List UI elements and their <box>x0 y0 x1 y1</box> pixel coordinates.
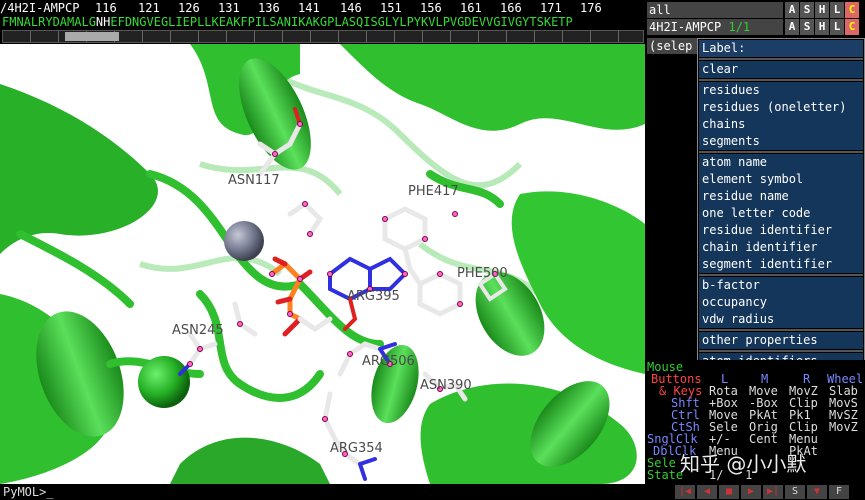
menu-item-vdw-radius[interactable]: vdw radius <box>699 311 863 328</box>
step-back-button[interactable]: ◀ <box>697 485 717 499</box>
sequence-viewer[interactable]: /4H2I-AMPCP 116 121 126 131 136 141 146 … <box>0 0 645 44</box>
residue-label: ASN117 <box>228 173 280 188</box>
molecule-render[interactable]: ASN117 PHE417 PHE500 ARG395 ASN245 ARG50… <box>0 44 645 484</box>
scrollbar-thumb[interactable] <box>65 32 119 41</box>
menu-item-b-factor[interactable]: b-factor <box>699 277 863 294</box>
menu-item-one-letter-code[interactable]: one letter code <box>699 205 863 222</box>
mouse-binding[interactable]: Cent <box>749 432 778 446</box>
action-button[interactable]: A <box>784 19 799 35</box>
object-name[interactable]: all <box>647 2 783 18</box>
seq-number: 126 <box>178 1 200 15</box>
seq-number: 141 <box>298 1 320 15</box>
mouse-binding[interactable]: MovZ <box>829 420 858 434</box>
scene-menu-button[interactable]: ▼ <box>807 485 827 499</box>
menu-item-residue-identifier[interactable]: residue identifier <box>699 222 863 239</box>
seq-number: 171 <box>540 1 562 15</box>
sequence-letters[interactable]: FMNALRYDAMALGNHEFDNGVEGLIEPLLKEAKFPILSAN… <box>2 15 573 29</box>
menu-separator <box>699 151 863 153</box>
seq-number: 166 <box>500 1 522 15</box>
menu-item-residue-name[interactable]: residue name <box>699 188 863 205</box>
label-button[interactable]: L <box>829 2 844 18</box>
residue-label: PHE500 <box>457 266 508 281</box>
menu-separator <box>699 274 863 276</box>
step-forward-button[interactable]: ▶| <box>763 485 783 499</box>
menu-item-clear[interactable]: clear <box>699 61 863 78</box>
sequence-selected-residues[interactable]: NH <box>96 15 110 29</box>
show-button[interactable]: S <box>799 2 814 18</box>
menu-separator <box>699 350 863 352</box>
hide-button[interactable]: H <box>814 2 829 18</box>
menu-separator <box>699 58 863 60</box>
seq-number: 176 <box>580 1 602 15</box>
sequence-numbers: /4H2I-AMPCP 116 121 126 131 136 141 146 … <box>0 1 602 15</box>
residue-label: ASN245 <box>172 323 224 338</box>
sequence-object-name: /4H2I-AMPCP <box>0 1 80 15</box>
show-button[interactable]: S <box>799 19 814 35</box>
object-row-all[interactable]: all A S H L C <box>645 2 865 19</box>
residue-label: ARG395 <box>347 289 400 304</box>
sequence-before[interactable]: FMNALRYDAMALG <box>2 15 96 29</box>
play-button[interactable]: ▶ <box>741 485 761 499</box>
command-prompt[interactable]: PyMOL>_ <box>3 485 54 499</box>
command-line[interactable]: PyMOL>_ <box>0 484 645 500</box>
object-row-protein[interactable]: 4H2I-AMPCP 1/1 A S H L C <box>645 19 865 36</box>
menu-item-occupancy[interactable]: occupancy <box>699 294 863 311</box>
state-label: State <box>647 468 684 482</box>
seq-number: 151 <box>380 1 402 15</box>
rewind-button[interactable]: |◀ <box>675 485 695 499</box>
menu-separator <box>699 79 863 81</box>
residue-label: ARG354 <box>330 441 383 456</box>
scene-button[interactable]: S <box>785 485 805 499</box>
seq-number: 136 <box>258 1 280 15</box>
menu-item-residues[interactable]: residues <box>699 82 863 99</box>
menu-item-segments[interactable]: segments <box>699 133 863 150</box>
label-popup-menu[interactable]: Label: clear residues residues (onelette… <box>697 38 865 374</box>
menu-title: Label: <box>699 40 863 57</box>
action-button[interactable]: A <box>784 2 799 18</box>
color-button[interactable]: C <box>844 2 859 18</box>
sequence-after[interactable]: EFDNGVEGLIEPLLKEAKFPILSANIKAKGPLASQISGLY… <box>110 15 572 29</box>
object-state: 1/1 <box>728 20 751 34</box>
object-name-text: 4H2I-AMPCP <box>649 20 722 34</box>
residue-label: PHE417 <box>408 184 459 199</box>
zinc-ion-sphere[interactable] <box>224 221 264 261</box>
seq-number: 146 <box>340 1 362 15</box>
menu-item-residues-oneletter[interactable]: residues (oneletter) <box>699 99 863 116</box>
hide-button[interactable]: H <box>814 19 829 35</box>
color-button[interactable]: C <box>844 19 859 35</box>
seq-number: 121 <box>138 1 160 15</box>
menu-item-chain-identifier[interactable]: chain identifier <box>699 239 863 256</box>
movie-controls[interactable]: |◀ ◀ ■ ▶ ▶| S ▼ F <box>645 484 865 500</box>
menu-item-chains[interactable]: chains <box>699 116 863 133</box>
seq-number: 131 <box>218 1 240 15</box>
menu-item-element-symbol[interactable]: element symbol <box>699 171 863 188</box>
label-button[interactable]: L <box>829 19 844 35</box>
residue-label: ARG506 <box>362 354 415 369</box>
menu-separator <box>699 329 863 331</box>
residue-label: ASN390 <box>420 378 472 393</box>
menu-item-other-properties[interactable]: other properties <box>699 332 863 349</box>
water-sphere[interactable] <box>138 356 190 408</box>
menu-item-segment-identifier[interactable]: segment identifier <box>699 256 863 273</box>
seq-number: 116 <box>95 1 117 15</box>
object-name[interactable]: 4H2I-AMPCP 1/1 <box>647 19 783 35</box>
seq-number: 161 <box>460 1 482 15</box>
seq-number: 156 <box>420 1 442 15</box>
menu-item-atom-name[interactable]: atom name <box>699 154 863 171</box>
fullscreen-button[interactable]: F <box>829 485 849 499</box>
watermark: 知乎 @小小默 <box>680 452 807 476</box>
stop-button[interactable]: ■ <box>719 485 739 499</box>
sequence-scrollbar[interactable] <box>2 30 644 43</box>
molecular-viewport[interactable]: ASN117 PHE417 PHE500 ARG395 ASN245 ARG50… <box>0 44 645 484</box>
